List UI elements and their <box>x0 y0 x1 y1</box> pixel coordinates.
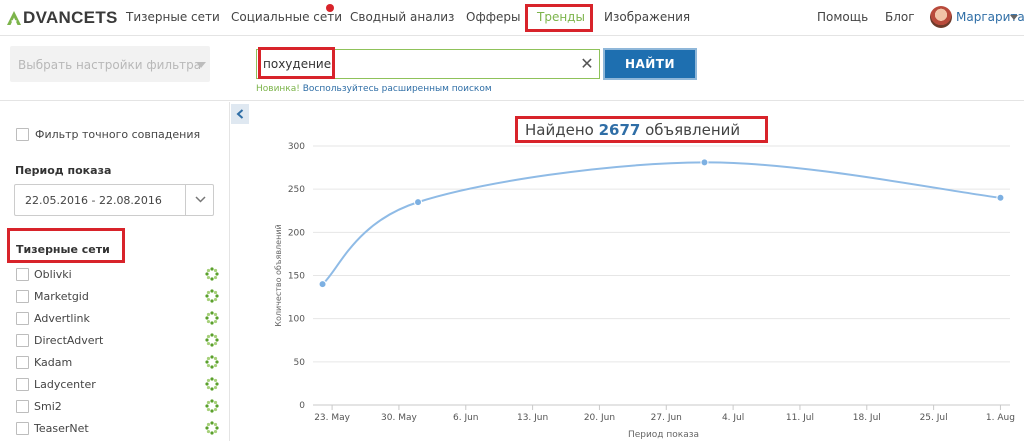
search-term-highlight-box <box>258 47 335 79</box>
data-point <box>700 158 709 167</box>
y-axis-title: Количество объявлений <box>274 224 283 326</box>
logo-a-icon <box>6 10 22 26</box>
x-tick-label: 30. May <box>381 413 417 423</box>
networks-title-highlight-box <box>7 228 125 263</box>
network-checkbox-kadam[interactable] <box>16 356 29 369</box>
trends-highlight-box <box>525 4 593 32</box>
loading-spinner-icon <box>205 267 219 281</box>
network-checkbox-ladycenter[interactable] <box>16 378 29 391</box>
exact-match-label: Фильтр точного совпадения <box>35 128 201 141</box>
network-checkbox-oblivki[interactable] <box>16 268 29 281</box>
filter-settings-placeholder: Выбрать настройки фильтра <box>18 58 202 72</box>
period-title: Период показа <box>15 164 112 177</box>
find-button[interactable]: НАЙТИ <box>603 48 697 80</box>
loading-spinner-icon <box>205 421 219 435</box>
exact-match-checkbox[interactable] <box>16 128 29 141</box>
x-axis-title: Период показа <box>628 430 699 440</box>
chevron-down-icon <box>195 196 206 203</box>
x-tick-label: 18. Jul <box>853 413 881 423</box>
y-tick-label: 100 <box>288 315 305 325</box>
filter-sidebar: Фильтр точного совпадения Период показа … <box>0 102 230 441</box>
nav-summary-analysis[interactable]: Сводный анализ <box>350 10 454 24</box>
advanced-search-link[interactable]: Воспользуйтесь расширенным поиском <box>303 84 492 94</box>
x-tick-label: 1. Aug <box>986 413 1015 423</box>
loading-spinner-icon <box>205 333 219 347</box>
loading-spinner-icon <box>205 355 219 369</box>
logo-text: DVANCETS <box>23 8 118 27</box>
nav-blog[interactable]: Блог <box>885 10 915 24</box>
y-tick-label: 300 <box>288 142 305 152</box>
network-label-teasernet: TeaserNet <box>34 422 89 435</box>
clear-search-close-icon[interactable]: ✕ <box>579 55 595 73</box>
x-tick-label: 13. Jun <box>517 413 548 423</box>
advancets-logo[interactable]: DVANCETS <box>6 7 118 29</box>
filter-chevron-down-icon <box>196 62 206 68</box>
data-point <box>414 198 423 207</box>
nav-social-networks[interactable]: Социальные сети <box>231 10 342 24</box>
y-tick-label: 250 <box>288 185 305 195</box>
period-date-range-value: 22.05.2016 - 22.08.2016 <box>25 194 162 207</box>
network-checkbox-teasernet[interactable] <box>16 422 29 435</box>
collapse-sidebar-button[interactable] <box>231 104 249 124</box>
nav-images[interactable]: Изображения <box>604 10 690 24</box>
filter-settings-select[interactable]: Выбрать настройки фильтра <box>10 46 210 82</box>
x-tick-label: 11. Jul <box>786 413 814 423</box>
search-filter-row: Выбрать настройки фильтра ✕ НАЙТИ Новинк… <box>0 36 1024 101</box>
network-checkbox-directadvert[interactable] <box>16 334 29 347</box>
network-label-advertlink: Advertlink <box>34 312 90 325</box>
hint-new-label: Новинка! <box>256 84 300 94</box>
nav-teaser-networks[interactable]: Тизерные сети <box>126 10 220 24</box>
y-tick-label: 200 <box>288 228 305 238</box>
network-label-smi2: Smi2 <box>34 400 62 413</box>
loading-spinner-icon <box>205 399 219 413</box>
nav-help[interactable]: Помощь <box>817 10 868 24</box>
network-checkbox-advertlink[interactable] <box>16 312 29 325</box>
user-menu-chevron-down-icon[interactable] <box>1010 15 1018 20</box>
series-line <box>321 161 1001 285</box>
x-tick-label: 25. Jul <box>920 413 948 423</box>
period-date-range-select[interactable]: 22.05.2016 - 22.08.2016 <box>14 184 214 216</box>
y-tick-label: 0 <box>299 401 305 411</box>
search-hint: Новинка! Воспользуйтесь расширенным поис… <box>256 84 492 94</box>
trend-line-chart: 0 50 100 150 200 250 300 23. May 30. May 6. Jun 13… <box>274 142 1015 440</box>
top-navigation-bar: DVANCETS Тизерные сети Социальные сети С… <box>0 0 1024 36</box>
loading-spinner-icon <box>205 289 219 303</box>
x-tick-label: 4. Jul <box>722 413 744 423</box>
network-label-ladycenter: Ladycenter <box>34 378 96 391</box>
data-point <box>996 193 1005 202</box>
x-tick-label: 27. Jun <box>651 413 682 423</box>
network-label-kadam: Kadam <box>34 356 73 369</box>
network-label-directadvert: DirectAdvert <box>34 334 104 347</box>
network-checkbox-smi2[interactable] <box>16 400 29 413</box>
x-tick-label: 23. May <box>314 413 350 423</box>
loading-spinner-icon <box>205 377 219 391</box>
y-tick-label: 50 <box>294 358 306 368</box>
y-tick-label: 150 <box>288 272 305 282</box>
x-tick-label: 20. Jun <box>584 413 615 423</box>
user-avatar[interactable] <box>930 6 952 28</box>
date-range-toggle[interactable] <box>185 185 214 215</box>
loading-spinner-icon <box>205 311 219 325</box>
x-tick-label: 6. Jun <box>453 413 479 423</box>
network-checkbox-marketgid[interactable] <box>16 290 29 303</box>
network-label-marketgid: Marketgid <box>34 290 89 303</box>
nav-offers[interactable]: Офферы <box>466 10 520 24</box>
network-label-oblivki: Oblivki <box>34 268 72 281</box>
chevron-left-icon <box>236 109 244 119</box>
notification-dot <box>326 4 334 12</box>
data-point <box>318 280 327 289</box>
